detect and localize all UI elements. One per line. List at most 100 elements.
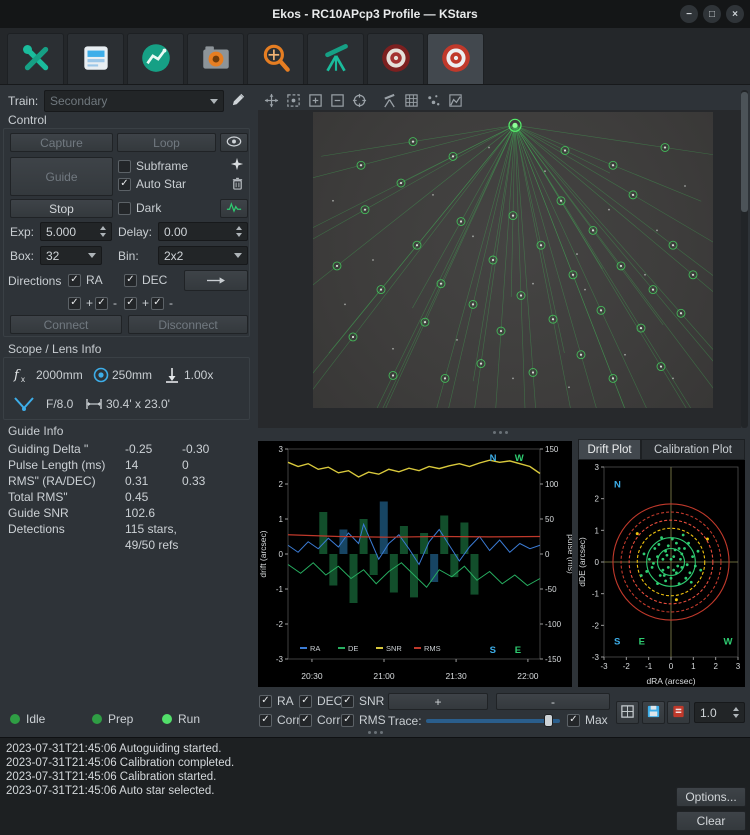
tab-calibration-plot[interactable]: Calibration Plot: [641, 439, 745, 460]
tab-ccd[interactable]: [67, 33, 124, 84]
svg-text:drift (arcsec): drift (arcsec): [258, 530, 268, 577]
zoom-in-icon[interactable]: [306, 91, 324, 109]
bin-value: 2x2: [164, 249, 183, 263]
zoom-fit-icon[interactable]: [284, 91, 302, 109]
svg-text:1: 1: [595, 526, 600, 535]
ra-corr-checkbox[interactable]: ✓Corr: [259, 713, 300, 727]
dec-minus-checkbox[interactable]: ✓-: [151, 296, 173, 310]
checkbox-box: ✓: [567, 714, 580, 727]
rms-plot-checkbox[interactable]: ✓RMS: [341, 713, 386, 727]
svg-text:1: 1: [691, 662, 696, 671]
svg-text:3: 3: [736, 662, 741, 671]
zoom-out-graph-button[interactable]: -: [496, 693, 610, 710]
close-button[interactable]: ×: [726, 5, 744, 23]
pan-icon[interactable]: [262, 91, 280, 109]
edit-train-button[interactable]: [228, 90, 249, 112]
box-label: Box:: [10, 249, 34, 263]
scrollbar-thumb[interactable]: [741, 92, 748, 212]
tab-drift-plot[interactable]: Drift Plot: [578, 439, 641, 460]
accuracy-radius-spinbox[interactable]: 1.0: [694, 702, 745, 723]
tab-scheduler[interactable]: [127, 33, 184, 84]
bin-combo[interactable]: 2x2: [158, 246, 248, 265]
connect-button[interactable]: Connect: [10, 315, 122, 334]
trace-slider-handle[interactable]: [544, 714, 553, 727]
fits-vertical-scrollbar[interactable]: [741, 90, 748, 428]
tab-setup[interactable]: [7, 33, 64, 84]
guide-history-button[interactable]: [667, 701, 690, 724]
ra-direction-checkbox[interactable]: ✓RA: [68, 273, 103, 287]
ra-plus-checkbox[interactable]: ✓+: [68, 296, 93, 310]
svg-text:pulse (ms): pulse (ms): [566, 534, 572, 574]
tab-capture[interactable]: [187, 33, 244, 84]
ra-plot-checkbox[interactable]: ✓RA: [259, 694, 294, 708]
svg-text:f: f: [13, 368, 21, 383]
autostar-checkbox[interactable]: ✓Auto Star: [118, 177, 186, 191]
svg-text:-2: -2: [592, 621, 600, 630]
stop-button[interactable]: Stop: [10, 199, 113, 218]
guide-starfield-view[interactable]: [313, 112, 713, 408]
box-combo[interactable]: 32: [40, 246, 102, 265]
guide-info-row: Detections115 stars, 49/50 refs: [8, 521, 250, 537]
box-value: 32: [46, 249, 59, 263]
dec-corr-checkbox[interactable]: ✓Corr: [299, 713, 340, 727]
exposure-spinbox[interactable]: 5.000: [40, 222, 112, 241]
stars-overlay-icon[interactable]: [424, 91, 442, 109]
guide-drift-graph[interactable]: -3-2-10123-150-100-5005010015020:3021:00…: [258, 441, 572, 687]
checkbox-box: ✓: [299, 695, 312, 708]
zoom-in-graph-button[interactable]: +: [388, 693, 488, 710]
dec-plot-checkbox[interactable]: ✓DEC: [299, 694, 342, 708]
one-pulse-button[interactable]: [226, 156, 248, 174]
drift-plot-panel[interactable]: -3-2-10123-3-2-10123dRA (arcsec)dDE (arc…: [578, 460, 745, 687]
capture-button[interactable]: Capture: [10, 133, 113, 152]
disconnect-button[interactable]: Disconnect: [128, 315, 248, 334]
ra-minus-checkbox[interactable]: ✓-: [95, 296, 117, 310]
svg-text:2: 2: [713, 662, 718, 671]
scheduler-icon: [139, 41, 173, 78]
trace-slider[interactable]: [426, 719, 560, 723]
log-line: 2023-07-31T21:45:06 Calibration started.: [6, 770, 744, 784]
snr-plot-checkbox[interactable]: ✓SNR: [341, 694, 384, 708]
zoom-out-icon[interactable]: [328, 91, 346, 109]
guide-graph-button[interactable]: [220, 199, 248, 218]
tab-mount[interactable]: [307, 33, 364, 84]
subframe-checkbox[interactable]: Subframe: [118, 159, 188, 173]
svg-text:0: 0: [669, 662, 674, 671]
max-checkbox[interactable]: ✓Max: [567, 713, 608, 727]
log-line: 2023-07-31T21:45:06 Calibration complete…: [6, 756, 744, 770]
svg-text:2: 2: [595, 495, 600, 504]
tab-guide[interactable]: [427, 33, 484, 84]
loop-button[interactable]: Loop: [117, 133, 216, 152]
center-crosshair-icon[interactable]: [350, 91, 368, 109]
svg-text:1: 1: [279, 515, 284, 524]
log-view[interactable]: 2023-07-31T21:45:06 Autoguiding started.…: [0, 737, 750, 835]
ra-plot-label: RA: [277, 694, 294, 708]
autoscale-graph-button[interactable]: [616, 701, 639, 724]
tab-align[interactable]: [367, 33, 424, 84]
minimize-button[interactable]: −: [680, 5, 698, 23]
clear-calibration-button[interactable]: [226, 176, 248, 194]
image-histogram-icon[interactable]: [446, 91, 464, 109]
options-button[interactable]: Options...: [676, 787, 746, 807]
maximize-button[interactable]: □: [703, 5, 721, 23]
export-graph-button[interactable]: [642, 701, 665, 724]
titlebar[interactable]: Ekos - RC10APcp3 Profile — KStars − □ ×: [0, 0, 750, 28]
grid-icon[interactable]: [402, 91, 420, 109]
horizontal-splitter[interactable]: [258, 429, 742, 436]
mount-overlay-icon[interactable]: [380, 91, 398, 109]
clear-log-button[interactable]: Clear: [676, 811, 746, 831]
preview-button[interactable]: [220, 133, 248, 152]
log-splitter[interactable]: [0, 729, 750, 736]
dec-plus-checkbox[interactable]: ✓+: [124, 296, 149, 310]
checkbox-box: ✓: [118, 178, 131, 191]
guide-button[interactable]: Guide: [10, 157, 113, 196]
manual-pulse-button[interactable]: [184, 270, 248, 291]
tab-focus[interactable]: [247, 33, 304, 84]
dark-checkbox[interactable]: Dark: [118, 201, 161, 215]
exposure-value: 5.000: [46, 225, 76, 239]
snr-plot-label: SNR: [359, 694, 384, 708]
train-combo[interactable]: Secondary: [44, 90, 224, 112]
dec-direction-checkbox[interactable]: ✓DEC: [124, 273, 167, 287]
svg-text:dDE (arcsec): dDE (arcsec): [578, 537, 587, 587]
checkbox-box: ✓: [299, 714, 312, 727]
delay-spinbox[interactable]: 0.00: [158, 222, 248, 241]
